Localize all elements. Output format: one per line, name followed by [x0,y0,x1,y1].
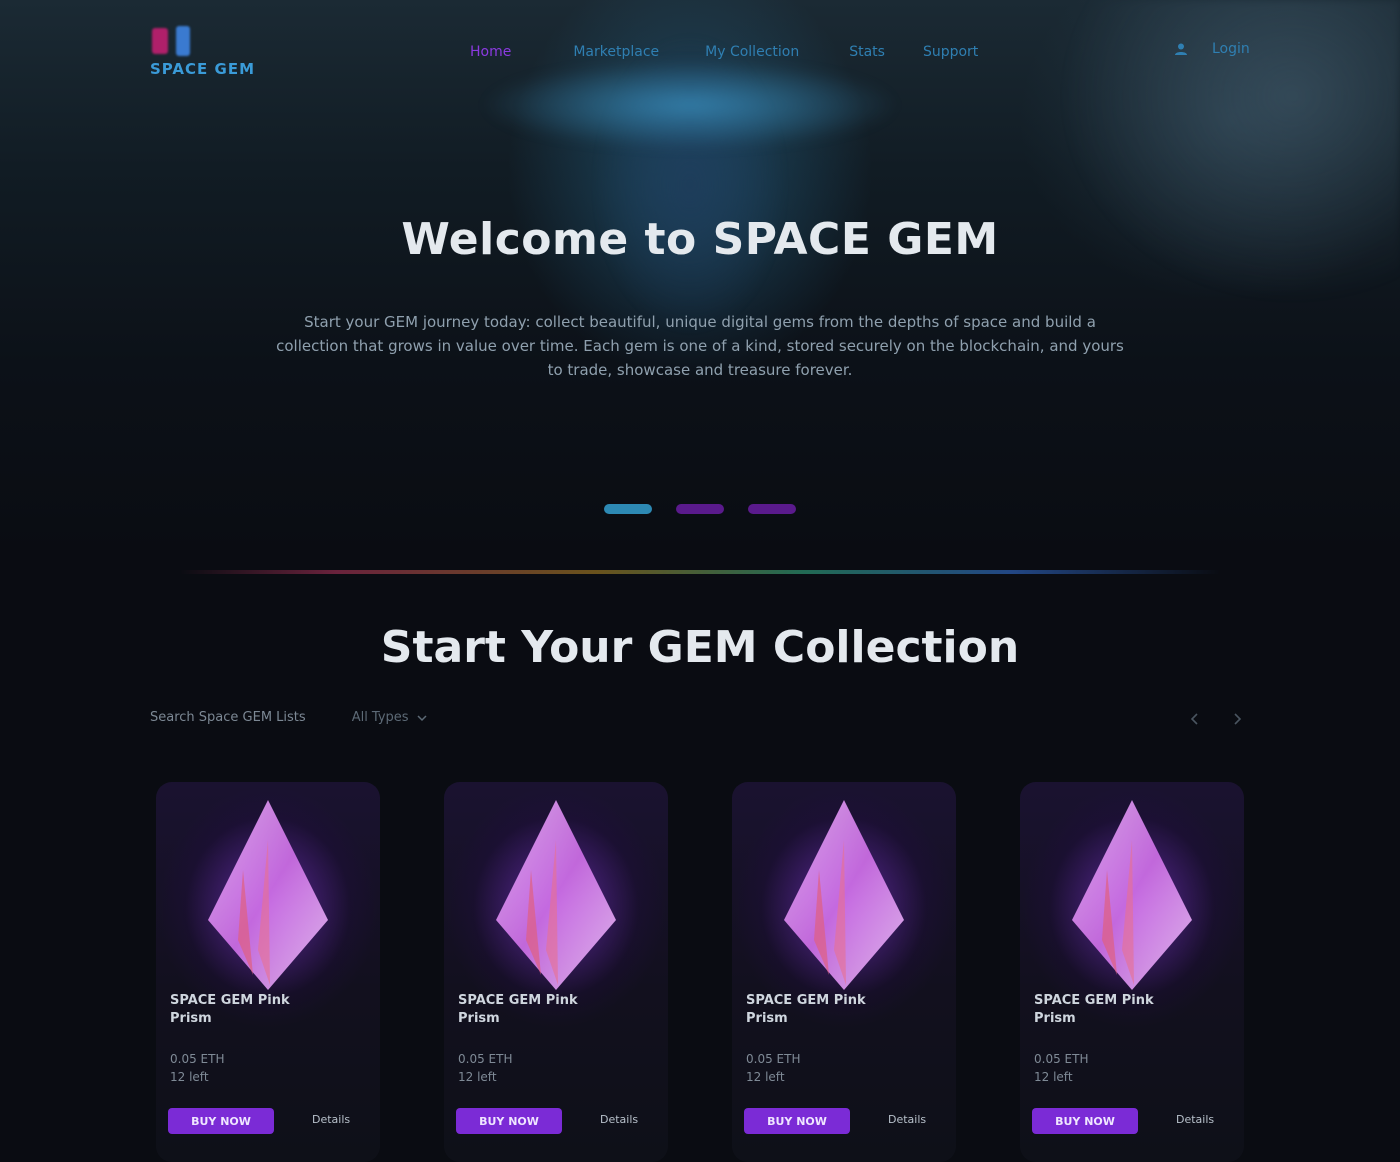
gem-supply: 12 left [170,1070,209,1084]
login-link[interactable]: Login [1212,41,1250,57]
gem-name: SPACE GEM Pink Prism [746,993,866,1026]
collection-title: Start Your GEM Collection [380,622,1020,673]
gem-card[interactable]: SPACE GEM Pink Prism 0.05 ETH 12 left BU… [156,782,380,1162]
site-logo[interactable]: SPACE GEM [148,22,264,82]
user-icon[interactable] [1172,40,1190,58]
gem-price: 0.05 ETH 12 left [458,1050,512,1086]
arrow-left-icon[interactable] [1186,710,1204,728]
filter-label: Search Space GEM Lists [150,710,306,725]
hero-hat-graphic [480,60,900,150]
gem-supply: 12 left [746,1070,785,1084]
gem-name: SPACE GEM Pink Prism [170,993,290,1026]
nav-item-my-collection[interactable]: My Collection [705,40,799,64]
gem-price: 0.05 ETH 12 left [746,1050,800,1086]
chevron-down-icon [417,713,427,723]
carousel-dots [604,504,796,514]
type-select-value: All Types [351,710,409,725]
gem-price: 0.05 ETH 12 left [170,1050,224,1086]
nav-item-home[interactable]: Home [470,40,511,64]
gem-icon [1072,800,1192,990]
hero-banner [0,0,1400,560]
collection-pager [1186,710,1246,728]
main-nav: Home Marketplace My Collection Stats Sup… [470,38,978,66]
hero-title: Welcome to SPACE GEM [401,214,999,265]
gem-price-value: 0.05 ETH [746,1052,801,1066]
buy-now-button[interactable]: BUY NOW [744,1108,850,1134]
section-divider [180,570,1220,574]
gem-price-value: 0.05 ETH [1034,1052,1089,1066]
arrow-right-icon[interactable] [1228,710,1246,728]
hero-description: Start your GEM journey today: collect be… [276,313,1124,379]
buy-now-button[interactable]: BUY NOW [456,1108,562,1134]
gem-icon [784,800,904,990]
gem-supply: 12 left [1034,1070,1073,1084]
gem-card[interactable]: SPACE GEM Pink Prism 0.05 ETH 12 left BU… [444,782,668,1162]
logo-mark-blue [176,26,190,56]
nav-actions: Login [1172,40,1250,58]
nav-item-stats[interactable]: Stats [849,40,885,64]
details-link[interactable]: Details [1176,1113,1214,1126]
gem-name: SPACE GEM Pink Prism [458,993,578,1026]
carousel-dot-3[interactable] [748,504,796,514]
gem-card[interactable]: SPACE GEM Pink Prism 0.05 ETH 12 left BU… [732,782,956,1162]
buy-now-button[interactable]: BUY NOW [1032,1108,1138,1134]
nav-item-support[interactable]: Support [923,40,978,64]
buy-now-button[interactable]: BUY NOW [168,1108,274,1134]
gem-card-list: SPACE GEM Pink Prism 0.05 ETH 12 left BU… [156,782,1244,1162]
details-link[interactable]: Details [312,1113,350,1126]
type-select[interactable]: All Types [352,710,427,725]
gem-card[interactable]: SPACE GEM Pink Prism 0.05 ETH 12 left BU… [1020,782,1244,1162]
gem-supply: 12 left [458,1070,497,1084]
logo-mark-pink [152,28,168,54]
gem-price-value: 0.05 ETH [458,1052,513,1066]
carousel-dot-2[interactable] [676,504,724,514]
details-link[interactable]: Details [600,1113,638,1126]
gem-name: SPACE GEM Pink Prism [1034,993,1154,1026]
gem-icon [496,800,616,990]
gem-icon [208,800,328,990]
details-link[interactable]: Details [888,1113,926,1126]
carousel-dot-1[interactable] [604,504,652,514]
collection-filters: Search Space GEM Lists All Types [150,710,427,725]
gem-price-value: 0.05 ETH [170,1052,225,1066]
nav-item-marketplace[interactable]: Marketplace [573,40,659,64]
gem-price: 0.05 ETH 12 left [1034,1050,1088,1086]
logo-text: SPACE GEM [150,60,255,78]
